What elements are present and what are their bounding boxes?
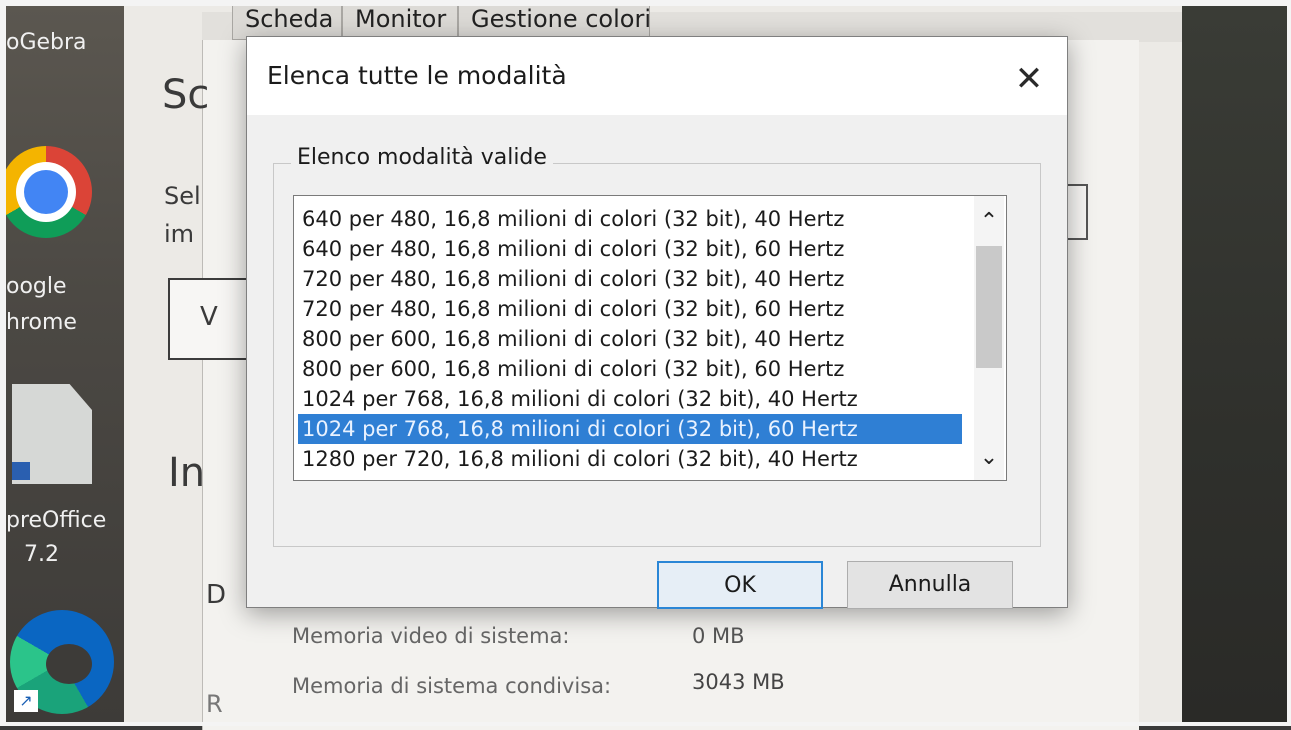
desktop-sidebar: oGebra oogle hrome preOffice 7.2 ↗	[0, 6, 124, 722]
info-value-shared-memory: 3043 MB	[692, 670, 785, 694]
shortcut-badge-icon	[12, 462, 30, 480]
desktop-icon-label-chrome-line1[interactable]: oogle	[6, 272, 124, 302]
list-item[interactable]: 800 per 600, 16,8 milioni di colori (32 …	[298, 354, 962, 384]
ok-button[interactable]: OK	[657, 561, 823, 609]
desktop-icon-label-libreoffice-line1[interactable]: preOffice	[6, 506, 124, 536]
tab-scheda[interactable]: Scheda	[232, 6, 342, 40]
dialog-titlebar: Elenca tutte le modalità ✕	[247, 37, 1067, 115]
chrome-icon[interactable]	[0, 146, 92, 238]
list-item[interactable]: 640 per 480, 16,8 milioni di colori (32 …	[298, 204, 962, 234]
section-heading: Sc	[162, 72, 210, 118]
modes-listbox[interactable]: 640 per 480, 16,8 milioni di colori (32 …	[293, 195, 1007, 481]
list-item[interactable]: 720 per 480, 16,8 milioni di colori (32 …	[298, 294, 962, 324]
list-item[interactable]: 640 per 480, 16,8 milioni di colori (32 …	[298, 234, 962, 264]
dialog-title: Elenca tutte le modalità	[267, 61, 567, 90]
tab-gestione-colori[interactable]: Gestione colori	[458, 6, 650, 40]
tab-monitor[interactable]: Monitor	[342, 6, 458, 40]
list-item-selected[interactable]: 1024 per 768, 16,8 milioni di colori (32…	[298, 414, 962, 444]
desktop-icon-label-geogebra[interactable]: oGebra	[6, 28, 124, 58]
vertical-scrollbar[interactable]: ⌃ ⌄	[974, 196, 1004, 480]
valid-modes-label: Elenco modalità valide	[291, 145, 553, 170]
shortcut-arrow-icon: ↗	[14, 690, 38, 712]
list-item[interactable]: 720 per 480, 16,8 milioni di colori (32 …	[298, 264, 962, 294]
info-heading: In	[168, 450, 206, 496]
list-item[interactable]: 800 per 600, 16,8 milioni di colori (32 …	[298, 324, 962, 354]
description-text: Sel	[164, 182, 201, 210]
background-surface	[1182, 6, 1287, 722]
info-label-video-memory: Memoria video di sistema:	[292, 624, 570, 648]
description-text-line2: im	[164, 220, 195, 248]
chevron-down-icon[interactable]: ⌄	[974, 446, 1004, 470]
scrollbar-thumb[interactable]	[976, 246, 1002, 368]
button-label-fragment: V	[200, 302, 218, 332]
info-fragment-d: D	[206, 580, 227, 610]
list-all-modes-dialog: Elenca tutte le modalità ✕ Elenco modali…	[246, 36, 1068, 609]
desktop-icon-label-chrome-line2[interactable]: hrome	[6, 308, 124, 338]
list-item[interactable]: 1280 per 720, 16,8 milioni di colori (32…	[298, 444, 962, 474]
cancel-button[interactable]: Annulla	[847, 561, 1013, 609]
chevron-up-icon[interactable]: ⌃	[974, 210, 1004, 234]
list-item[interactable]: 1024 per 768, 16,8 milioni di colori (32…	[298, 384, 962, 414]
close-icon[interactable]: ✕	[1007, 59, 1051, 103]
info-value-video-memory: 0 MB	[692, 624, 745, 648]
info-fragment-r: R	[206, 690, 223, 718]
info-label-shared-memory: Memoria di sistema condivisa:	[292, 674, 612, 698]
